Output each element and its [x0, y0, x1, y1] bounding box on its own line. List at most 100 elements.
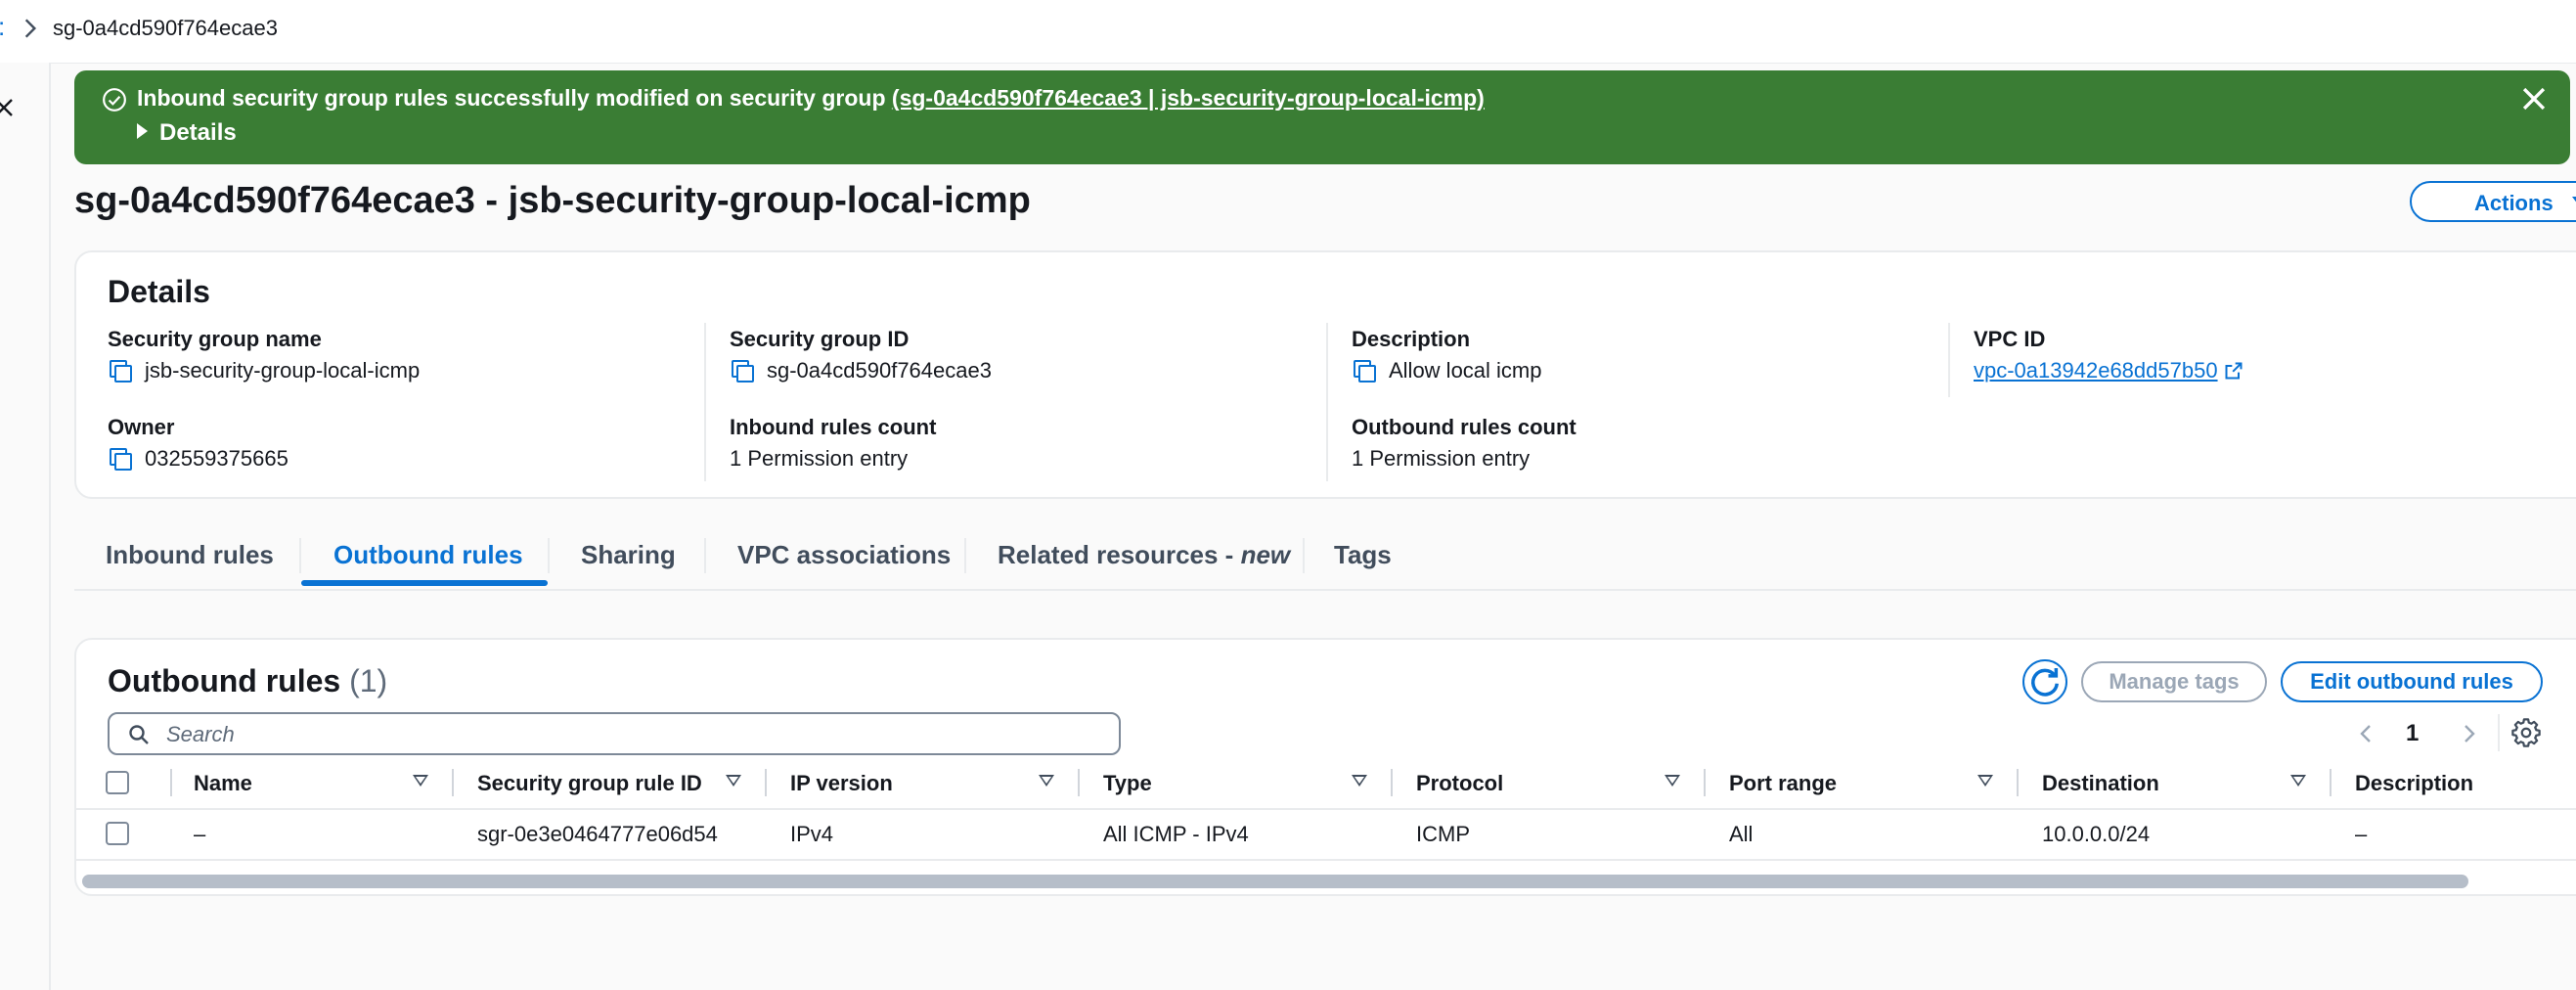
chevron-right-icon[interactable]	[2457, 722, 2480, 745]
copy-icon[interactable]	[110, 448, 132, 471]
flash-details-label: Details	[159, 119, 237, 146]
close-icon[interactable]	[0, 96, 16, 119]
col-description[interactable]: Description	[2355, 771, 2473, 796]
column-divider	[1704, 769, 1706, 796]
sort-icon[interactable]	[1977, 775, 1993, 787]
sg-name-value: jsb-security-group-local-icmp	[110, 358, 420, 383]
vpc-id-value[interactable]: vpc-0a13942e68dd57b50	[1974, 358, 2243, 383]
sort-icon[interactable]	[1039, 775, 1054, 787]
cell-description: –	[2355, 822, 2368, 846]
search-field[interactable]	[108, 712, 1121, 755]
column-divider	[704, 323, 706, 481]
sort-icon[interactable]	[1352, 775, 1367, 787]
manage-tags-button[interactable]: Manage tags	[2081, 661, 2267, 702]
sort-icon[interactable]	[726, 775, 741, 787]
refresh-icon	[2031, 668, 2059, 697]
refresh-button[interactable]	[2022, 659, 2067, 704]
outbound-rules-heading: Outbound rules (1)	[108, 663, 387, 699]
copy-icon[interactable]	[110, 360, 132, 382]
col-destination[interactable]: Destination	[2042, 771, 2159, 796]
caret-down-icon	[2572, 197, 2576, 208]
col-ip-version[interactable]: IP version	[790, 771, 893, 796]
inbound-count-value: 1 Permission entry	[730, 446, 909, 471]
column-divider	[1391, 769, 1393, 796]
cell-destination: 10.0.0.0/24	[2042, 822, 2151, 846]
outbound-count-value: 1 Permission entry	[1352, 446, 1531, 471]
copy-icon[interactable]	[732, 360, 754, 382]
settings-icon[interactable]	[2511, 718, 2541, 747]
tab-outbound-rules[interactable]: Outbound rules	[333, 540, 523, 570]
tab-divider	[1303, 538, 1305, 573]
tab-related-new: new	[1240, 540, 1291, 569]
active-tab-indicator	[301, 580, 548, 586]
breadcrumb-fragment[interactable]: :	[0, 12, 5, 42]
check-circle-icon	[103, 88, 126, 112]
cell-name: –	[194, 822, 206, 846]
col-name[interactable]: Name	[194, 771, 252, 796]
sg-id-value: sg-0a4cd590f764ecae3	[732, 358, 992, 383]
description-value: Allow local icmp	[1354, 358, 1542, 383]
column-divider	[170, 769, 172, 796]
row-checkbox[interactable]	[106, 822, 129, 845]
column-divider	[1948, 323, 1950, 397]
horizontal-scrollbar[interactable]	[82, 875, 2468, 888]
col-type[interactable]: Type	[1103, 771, 1152, 796]
tab-sharing[interactable]: Sharing	[581, 540, 676, 570]
description-text: Allow local icmp	[1389, 358, 1542, 382]
success-flash-banner: Inbound security group rules successfull…	[74, 70, 2570, 164]
tab-inbound-rules[interactable]: Inbound rules	[106, 540, 274, 570]
page-title: sg-0a4cd590f764ecae3 - jsb-security-grou…	[74, 180, 1031, 221]
col-port-range[interactable]: Port range	[1729, 771, 1837, 796]
tab-related-resources[interactable]: Related resources - new	[998, 540, 1290, 570]
breadcrumb-current: sg-0a4cd590f764ecae3	[53, 16, 278, 40]
select-all-checkbox[interactable]	[106, 771, 129, 794]
flash-details-toggle[interactable]: Details	[137, 119, 237, 147]
chevron-left-icon[interactable]	[2355, 722, 2378, 745]
cell-protocol: ICMP	[1416, 822, 1470, 846]
sg-id-label: Security group ID	[730, 327, 910, 351]
column-divider	[452, 769, 454, 796]
search-input[interactable]	[164, 720, 1107, 749]
copy-icon[interactable]	[1354, 360, 1376, 382]
column-divider	[1078, 769, 1080, 796]
sg-name-text: jsb-security-group-local-icmp	[145, 358, 421, 382]
owner-value: 032559375665	[110, 446, 289, 472]
owner-label: Owner	[108, 415, 175, 439]
tab-vpc-associations[interactable]: VPC associations	[737, 540, 951, 570]
tab-related-label: Related resources -	[998, 540, 1241, 569]
vpc-id-label: VPC ID	[1974, 327, 2046, 351]
search-icon	[129, 725, 149, 744]
flash-message: Inbound security group rules successfull…	[137, 85, 1485, 112]
header-divider	[76, 808, 2576, 810]
vpc-id-link[interactable]: vpc-0a13942e68dd57b50	[1974, 358, 2218, 382]
side-nav-rail	[0, 63, 51, 990]
outbound-rules-title: Outbound rules	[108, 663, 341, 698]
sort-icon[interactable]	[413, 775, 428, 787]
sg-id-text: sg-0a4cd590f764ecae3	[767, 358, 992, 382]
cell-port-range: All	[1729, 822, 1754, 846]
row-divider	[76, 859, 2576, 861]
details-heading: Details	[108, 274, 210, 309]
close-icon[interactable]	[2517, 82, 2551, 115]
sort-icon[interactable]	[2290, 775, 2306, 787]
flash-security-group-link[interactable]: (sg-0a4cd590f764ecae3 | jsb-security-gro…	[892, 85, 1485, 111]
pagination-page[interactable]: 1	[2406, 720, 2419, 747]
details-container: Details Security group name jsb-security…	[74, 250, 2576, 499]
actions-label: Actions	[2474, 191, 2554, 215]
breadcrumb-bar: : sg-0a4cd590f764ecae3	[0, 0, 2576, 64]
cell-rule-id: sgr-0e3e0464777e06d54	[477, 822, 718, 846]
sg-name-label: Security group name	[108, 327, 322, 351]
inbound-count-label: Inbound rules count	[730, 415, 937, 439]
tab-divider	[299, 538, 301, 573]
sort-icon[interactable]	[1665, 775, 1680, 787]
outbound-count-label: Outbound rules count	[1352, 415, 1577, 439]
col-rule-id[interactable]: Security group rule ID	[477, 771, 702, 796]
tab-divider	[964, 538, 966, 573]
edit-outbound-rules-button[interactable]: Edit outbound rules	[2281, 661, 2543, 702]
column-divider	[2330, 769, 2332, 796]
chevron-right-icon	[24, 19, 37, 38]
cell-type: All ICMP - IPv4	[1103, 822, 1249, 846]
actions-button[interactable]: Actions	[2410, 181, 2576, 222]
col-protocol[interactable]: Protocol	[1416, 771, 1503, 796]
tab-tags[interactable]: Tags	[1334, 540, 1392, 570]
